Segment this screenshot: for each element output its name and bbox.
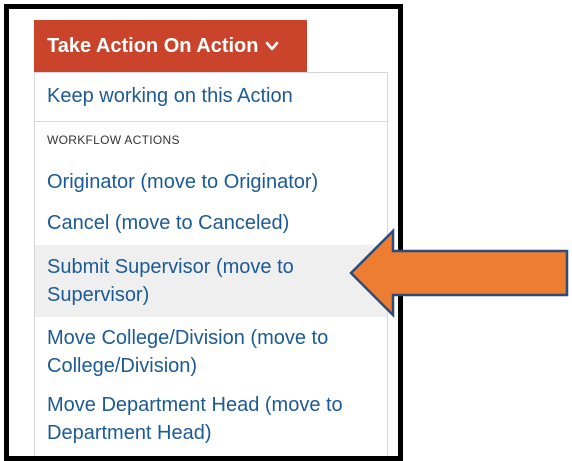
action-dropdown-menu: Keep working on this Action WORKFLOW ACT… — [34, 72, 388, 456]
arrow-left-icon — [349, 228, 569, 318]
chevron-down-icon — [265, 41, 278, 51]
menu-item-move-department-head[interactable]: Move Department Head (move to Department… — [35, 391, 387, 447]
take-action-button[interactable]: Take Action On Action — [34, 20, 307, 72]
menu-item-cancel[interactable]: Cancel (move to Canceled) — [35, 209, 387, 237]
menu-item-submit-supervisor[interactable]: Submit Supervisor (move to Supervisor) — [35, 245, 387, 317]
menu-item-move-college-division[interactable]: Move College/Division (move to College/D… — [35, 324, 387, 380]
menu-item-originator[interactable]: Originator (move to Originator) — [35, 168, 387, 196]
menu-item-keep-working[interactable]: Keep working on this Action — [35, 82, 387, 110]
menu-divider — [35, 121, 387, 122]
take-action-label: Take Action On Action — [47, 34, 259, 57]
workflow-actions-header: WORKFLOW ACTIONS — [47, 133, 180, 147]
screenshot-frame: Take Action On Action Keep working on th… — [4, 4, 403, 461]
